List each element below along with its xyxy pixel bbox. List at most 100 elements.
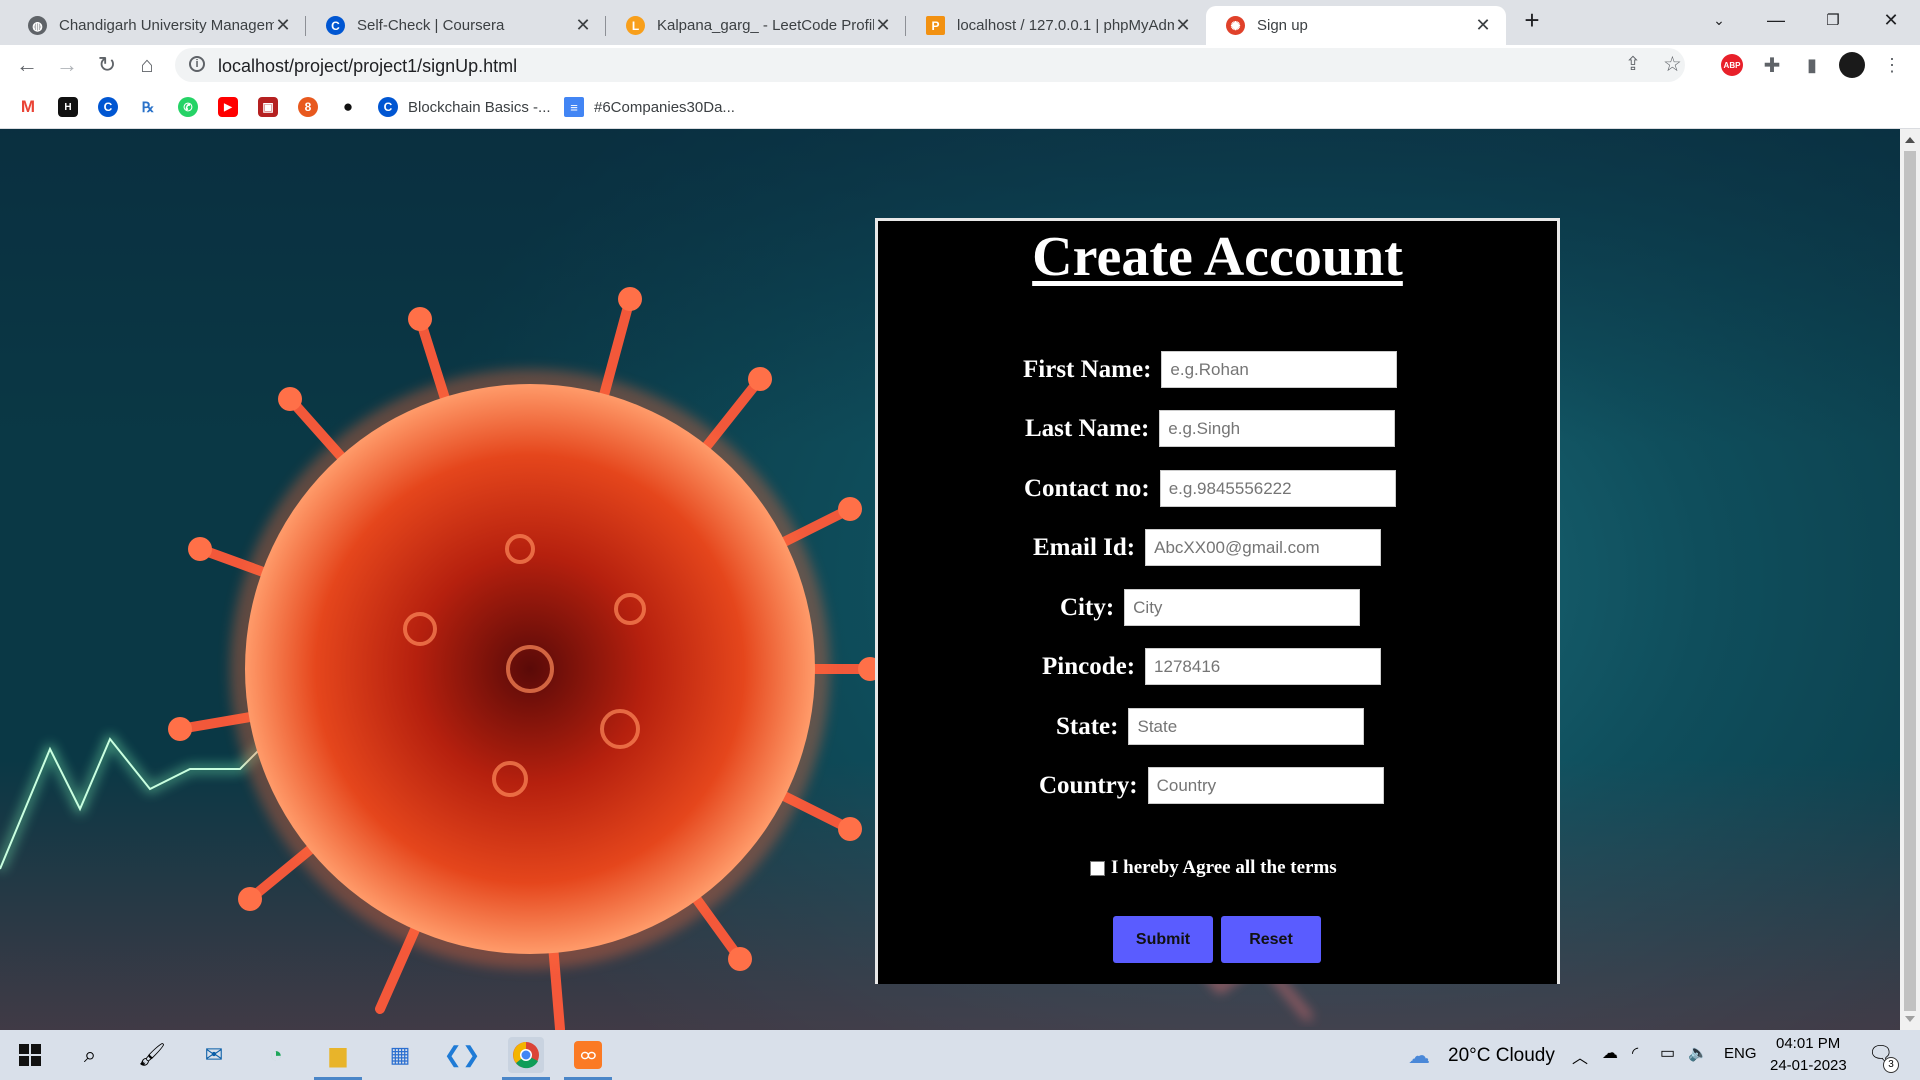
bookmark-hackerrank[interactable]: H [58,97,78,117]
xampp-icon[interactable]: ထ [564,1037,612,1080]
adblock-icon[interactable]: ABP [1718,51,1746,79]
form-title: Create Account [1032,226,1403,288]
submit-button[interactable]: Submit [1113,916,1213,963]
show-hidden-icons[interactable]: ︿ [1572,1044,1588,1068]
tab-phpmyadmin[interactable]: P localhost / 127.0.0.1 | phpMyAdm ✕ [906,6,1206,45]
language-indicator[interactable]: ENG [1724,1045,1757,1062]
close-window-button[interactable]: ✕ [1866,0,1916,40]
tab-search-icon[interactable]: ⌄ [1694,0,1744,40]
bookmark-github[interactable]: ● [338,97,358,117]
weather-icon[interactable]: ☁ [1408,1043,1430,1069]
country-label: Country: [1039,771,1138,799]
close-tab-icon[interactable]: ✕ [274,15,292,36]
scrollbar-thumb[interactable] [1904,151,1916,1011]
paint-icon[interactable]: 🖌 [134,1037,170,1073]
terms-checkbox[interactable] [1090,860,1105,876]
email-input[interactable] [1145,529,1382,566]
scroll-down-icon[interactable] [1905,1016,1915,1022]
tab-title: Chandigarh University Managem [59,17,274,34]
extensions-icon[interactable]: ✚ [1758,51,1786,79]
mail-icon[interactable]: ✉ [196,1037,232,1073]
bookmark-app[interactable]: ▣ [258,97,278,117]
bookmark-6companies[interactable]: ≡ #6Companies30Da... [564,97,735,117]
menu-icon[interactable]: ⋮ [1878,51,1906,79]
store-icon[interactable]: ▦ [382,1037,418,1073]
scroll-up-icon[interactable] [1905,137,1915,143]
email-row: Email Id: [1033,529,1382,566]
back-icon[interactable]: ← [11,49,43,81]
country-input[interactable] [1147,767,1384,804]
bookmark-youtube[interactable]: ▶ [218,97,238,117]
state-input[interactable] [1128,708,1365,745]
profile-avatar[interactable] [1838,51,1866,79]
bookmark-label: #6Companies30Da... [594,98,735,116]
clock-time[interactable]: 04:01 PM [1776,1035,1840,1052]
tab-title: localhost / 127.0.0.1 | phpMyAdm [957,17,1174,34]
globe-icon: ◍ [28,16,47,35]
city-row: City: [1060,589,1361,626]
bookmark-app2[interactable]: 8 [298,97,318,117]
pincode-input[interactable] [1145,648,1382,685]
bookmark-gfg[interactable]: ℞ [138,97,158,117]
bookmarks-bar: M H C ℞ ✆ ▶ ▣ 8 ● C Blockchain Basics -.… [0,85,1920,129]
page-viewport: Create Account First Name: Last Name: Co… [0,129,1900,1030]
tab-strip: ◍ Chandigarh University Managem ✕ C Self… [0,0,1920,45]
bookmark-whatsapp[interactable]: ✆ [178,97,198,117]
side-panel-icon[interactable]: ▮ [1798,51,1826,79]
volume-icon[interactable]: 🔈 [1688,1043,1708,1063]
address-bar[interactable]: i localhost/project/project1/signUp.html… [175,48,1685,82]
bookmark-gmail[interactable]: M [18,97,38,117]
reset-button[interactable]: Reset [1221,916,1321,963]
edge-icon[interactable]: ◔ [258,1037,294,1073]
virus-favicon: ✺ [1226,16,1245,35]
windows-start-icon[interactable] [12,1037,48,1073]
coursera-icon: C [378,97,398,117]
site-info-icon[interactable]: i [189,56,205,72]
close-tab-icon[interactable]: ✕ [574,15,592,36]
clock-date[interactable]: 24-01-2023 [1770,1057,1847,1074]
first-name-input[interactable] [1161,351,1398,388]
minimize-button[interactable]: — [1751,0,1801,40]
adblock-badge: ABP [1721,54,1743,76]
tab-chandigarh[interactable]: ◍ Chandigarh University Managem ✕ [8,6,306,45]
leetcode-icon: L [626,16,645,35]
country-row: Country: [1039,767,1384,804]
contact-input[interactable] [1159,470,1396,507]
file-explorer-icon[interactable]: ▆ [314,1037,362,1080]
tab-title: Self-Check | Coursera [357,17,505,34]
last-name-input[interactable] [1159,410,1396,447]
tab-leetcode[interactable]: L Kalpana_garg_ - LeetCode Profile ✕ [606,6,906,45]
search-icon[interactable]: ⌕ [72,1037,108,1073]
forward-icon[interactable]: → [51,49,83,81]
bookmark-coursera[interactable]: C [98,97,118,117]
close-tab-icon[interactable]: ✕ [1474,15,1492,36]
contact-row: Contact no: [1024,470,1396,507]
tab-coursera[interactable]: C Self-Check | Coursera ✕ [306,6,606,45]
close-tab-icon[interactable]: ✕ [874,15,892,36]
restore-button[interactable]: ❐ [1808,0,1858,40]
bookmark-blockchain[interactable]: C Blockchain Basics -... [378,97,551,117]
last-name-row: Last Name: [1025,410,1396,447]
close-tab-icon[interactable]: ✕ [1174,15,1192,36]
battery-icon[interactable]: ▭ [1660,1043,1675,1063]
signup-form: Create Account First Name: Last Name: Co… [875,218,1560,984]
weather-text[interactable]: 20°C Cloudy [1448,1045,1555,1067]
github-icon: ● [338,97,358,117]
new-tab-button[interactable]: + [1507,0,1557,40]
windows-taskbar: ⌕ 🖌 ✉ ◔ ▆ ▦ ❮❯ ထ ☁ 20°C Cloudy ︿ ☁ ◜ ▭ 🔈… [0,1030,1920,1080]
bookmark-star-icon[interactable]: ☆ [1663,52,1682,77]
pincode-label: Pincode: [1042,652,1136,680]
vscode-icon[interactable]: ❮❯ [444,1037,481,1073]
share-icon[interactable]: ⇪ [1625,53,1641,76]
url-text: localhost/project/project1/signUp.html [218,56,518,76]
tab-title: Sign up [1257,17,1308,34]
contact-label: Contact no: [1024,474,1150,502]
page-scrollbar[interactable] [1900,129,1920,1030]
onedrive-icon[interactable]: ☁ [1602,1043,1618,1063]
tab-sign-up[interactable]: ✺ Sign up ✕ [1206,6,1506,45]
home-icon[interactable]: ⌂ [131,49,163,81]
wifi-icon[interactable]: ◜ [1632,1043,1638,1063]
reload-icon[interactable]: ↻ [91,49,123,81]
city-input[interactable] [1124,589,1361,626]
chrome-icon[interactable] [502,1037,550,1080]
